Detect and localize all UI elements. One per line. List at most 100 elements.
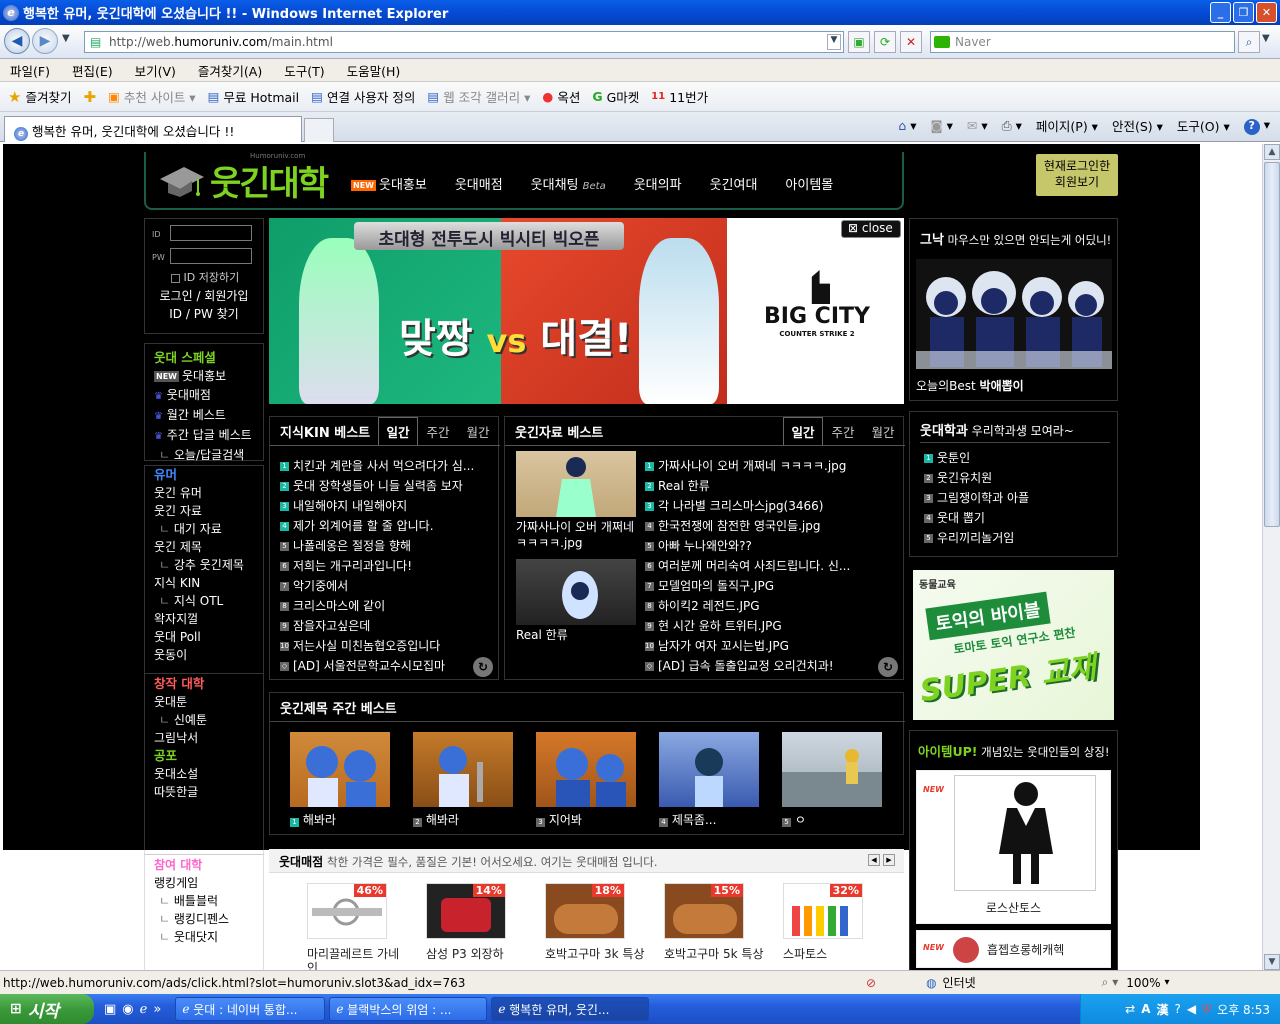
id-input[interactable] xyxy=(170,225,252,241)
sidebar-item-store[interactable]: ♛ 웃대매점 xyxy=(145,386,263,406)
menu-edit[interactable]: 편집(E) xyxy=(72,61,113,80)
uni-item[interactable]: 4 웃대 뽑기 xyxy=(924,508,1029,528)
menu-help[interactable]: 도움말(H) xyxy=(347,61,401,80)
history-dropdown-icon[interactable]: ▼ xyxy=(62,33,70,44)
sidebar-item[interactable]: 웃긴 유머 xyxy=(145,484,263,502)
zoom-dropdown-icon[interactable]: ▾ xyxy=(1165,977,1170,988)
zoom-level[interactable]: 100% xyxy=(1126,976,1160,990)
back-tray-icon[interactable]: ◀ xyxy=(1187,1002,1196,1016)
protected-mode-icon[interactable]: ⊘ xyxy=(866,976,876,990)
menu-file[interactable]: 파일(F) xyxy=(10,61,50,80)
sidebar-subitem[interactable]: ㄴ 배틀블럭 xyxy=(154,892,263,910)
list-item[interactable]: 3 내일해야지 내일해야지 xyxy=(280,496,494,516)
sidebar-subitem[interactable]: ㄴ 랭킹디펜스 xyxy=(154,910,263,928)
sidebar-item[interactable]: 웃대툰 xyxy=(145,693,263,711)
list-item[interactable]: 6 여러분께 머리숙여 사죄드립니다. 신... xyxy=(645,556,867,576)
list-item[interactable]: 2 웃대 장학생들아 니들 실력좀 보자 xyxy=(280,476,494,496)
list-item[interactable]: 8 하이킥2 레전드.JPG xyxy=(645,596,867,616)
help-tray-icon[interactable]: ? xyxy=(1175,1002,1181,1016)
store-prev-button[interactable]: ◀ xyxy=(868,854,880,866)
fav-gmarket[interactable]: G G마켓 xyxy=(592,87,639,106)
list-item[interactable]: 5 아빠 누나왜안와?? xyxy=(645,536,867,556)
fav-11st[interactable]: 11 11번가 xyxy=(651,87,708,106)
list-item[interactable]: 7 모델엄마의 돌직구.JPG xyxy=(645,576,867,596)
menu-tools[interactable]: 도구(T) xyxy=(284,61,324,80)
favorites-button[interactable]: ★ 즐겨찾기 xyxy=(8,87,71,106)
uni-item[interactable]: 1 웃툰인 xyxy=(924,448,1029,468)
sidebar-subitem[interactable]: ㄴ 웃대닷지 xyxy=(154,928,263,946)
list-item[interactable]: 6 저희는 개구리과입니다! xyxy=(280,556,494,576)
print-button[interactable]: ⎙ ▾ xyxy=(1002,118,1022,134)
pw-input[interactable] xyxy=(170,248,252,264)
sidebar-item[interactable]: 왁자지껄 xyxy=(145,610,263,628)
sidebar-item[interactable]: 웃동이 xyxy=(145,646,263,664)
title-thumb-4[interactable] xyxy=(659,732,759,807)
store-item[interactable]: 15% 호박고구마 5k 특상 xyxy=(664,883,764,961)
list-item[interactable]: 1 가짜사나이 오버 개쩌네 ㅋㅋㅋㅋ.jpg xyxy=(645,456,867,476)
list-item[interactable]: 7 악기중에서 xyxy=(280,576,494,596)
banner-close-button[interactable]: ⊠ close xyxy=(841,220,901,238)
nav-store[interactable]: 웃대매점 xyxy=(455,174,503,193)
close-button[interactable]: ✕ xyxy=(1256,2,1277,23)
title-thumb-1[interactable] xyxy=(290,732,390,807)
title-caption-3[interactable]: 3 지어봐 xyxy=(536,811,582,828)
sidebar-item-search[interactable]: ㄴ 오늘/답글검색 xyxy=(145,446,263,464)
forward-button[interactable]: ▶ xyxy=(32,28,58,54)
minimize-button[interactable]: _ xyxy=(1210,2,1231,23)
list-item[interactable]: 1 치킨과 계란을 사서 먹으려다가 심... xyxy=(280,456,494,476)
jaryo-thumb-2[interactable] xyxy=(516,559,636,625)
jaryo-thumb-1[interactable] xyxy=(516,451,636,517)
list-item[interactable]: 10 저는사실 미친놈협오증입니다 xyxy=(280,636,494,656)
right-promo[interactable]: 그낙 마우스만 있으면 안되는게 어딨니! 오늘의Best 박애뽑이 xyxy=(909,218,1118,401)
store-item[interactable]: 32% 스파토스 xyxy=(783,883,883,961)
sidebar-subitem[interactable]: ㄴ 대기 자료 xyxy=(145,520,263,538)
nav-chat[interactable]: 웃대채팅 Beta xyxy=(531,174,606,193)
list-item[interactable]: 3 각 나라별 크리스마스jpg(3466) xyxy=(645,496,867,516)
start-button[interactable]: ⊞ 시작 xyxy=(0,994,94,1024)
menu-favorites[interactable]: 즐겨찾기(A) xyxy=(198,61,262,80)
refresh-list-button[interactable]: ↻ xyxy=(473,657,493,677)
search-input[interactable]: Naver xyxy=(930,31,1235,53)
stop-button[interactable]: ✕ xyxy=(900,31,922,53)
help-button[interactable]: ? ▾ xyxy=(1243,117,1270,135)
fav-suggested-sites[interactable]: ▣ 추천 사이트 ▾ xyxy=(108,87,196,106)
taskbar-item-1[interactable]: ℯ 웃대 : 네이버 통합... xyxy=(175,997,326,1021)
more-icon[interactable]: » xyxy=(153,1002,161,1017)
tab-daily[interactable]: 일간 xyxy=(783,417,823,445)
scroll-up-button[interactable]: ▲ xyxy=(1264,144,1280,160)
page-menu[interactable]: 페이지(P) ▾ xyxy=(1036,116,1098,135)
list-item[interactable]: 10 남자가 여자 꼬시는법.JPG xyxy=(645,636,867,656)
sidebar-item[interactable]: 따뜻한글 xyxy=(145,783,263,801)
title-caption-4[interactable]: 4 제목좀... xyxy=(659,811,716,828)
search-options-icon[interactable]: ▼ xyxy=(1262,33,1270,44)
item2-row[interactable]: NEW 흡젭흐롱헤캐헥 xyxy=(916,930,1111,968)
main-banner-ad[interactable]: 초대형 전투도시 빅시티 빅오픈 맞짱 vs 대결! BIG CITY COUNT… xyxy=(269,218,904,404)
taskbar-item-3[interactable]: ℯ 행복한 유머, 웃긴... xyxy=(491,997,650,1021)
title-caption-5[interactable]: 5 ㅇ xyxy=(782,811,806,828)
fav-hotmail[interactable]: ▤ 무료 Hotmail xyxy=(208,87,300,106)
tab-daily[interactable]: 일간 xyxy=(378,417,418,445)
sidebar-item-weekly-reply[interactable]: ♛ 주간 답글 베스트 xyxy=(145,426,263,446)
back-button[interactable]: ◀ xyxy=(4,28,30,54)
title-caption-2[interactable]: 2 해봐라 xyxy=(413,811,459,828)
menu-view[interactable]: 보기(V) xyxy=(135,61,176,80)
uni-item[interactable]: 2 웃긴유치원 xyxy=(924,468,1029,488)
site-logo[interactable]: Humoruniv.com 웃긴대학 xyxy=(158,152,329,205)
refresh-list-button[interactable]: ↻ xyxy=(878,657,898,677)
list-item[interactable]: 8 크리스마스에 같이 xyxy=(280,596,494,616)
sidebar-item[interactable]: 웃대소설 xyxy=(145,765,263,783)
nav-itemmall[interactable]: 아이템몰 xyxy=(785,174,833,193)
sidebar-item-monthly[interactable]: ♛ 월간 베스트 xyxy=(145,406,263,426)
scroll-down-button[interactable]: ▼ xyxy=(1264,954,1280,970)
ie-launch-icon[interactable]: ℯ xyxy=(140,1002,148,1017)
logged-in-members-button[interactable]: 현재로그인한 회원보기 xyxy=(1036,154,1118,196)
title-thumb-5[interactable] xyxy=(782,732,882,807)
fav-auction[interactable]: ● 옥션 xyxy=(542,87,580,106)
security-icon[interactable]: ⛨ xyxy=(1202,1002,1211,1017)
uni-item[interactable]: 5 우리끼리놀거임 xyxy=(924,528,1029,548)
nav-promo[interactable]: NEW 웃대홍보 xyxy=(351,174,427,193)
fav-web-slice-gallery[interactable]: ▤ 웹 조각 갤러리 ▾ xyxy=(427,87,530,106)
nav-women[interactable]: 웃긴여대 xyxy=(710,174,758,193)
taskbar-item-2[interactable]: ℯ 블랙박스의 위엄 : ... xyxy=(329,997,488,1021)
list-item[interactable]: 9 잠을자고싶은데 xyxy=(280,616,494,636)
